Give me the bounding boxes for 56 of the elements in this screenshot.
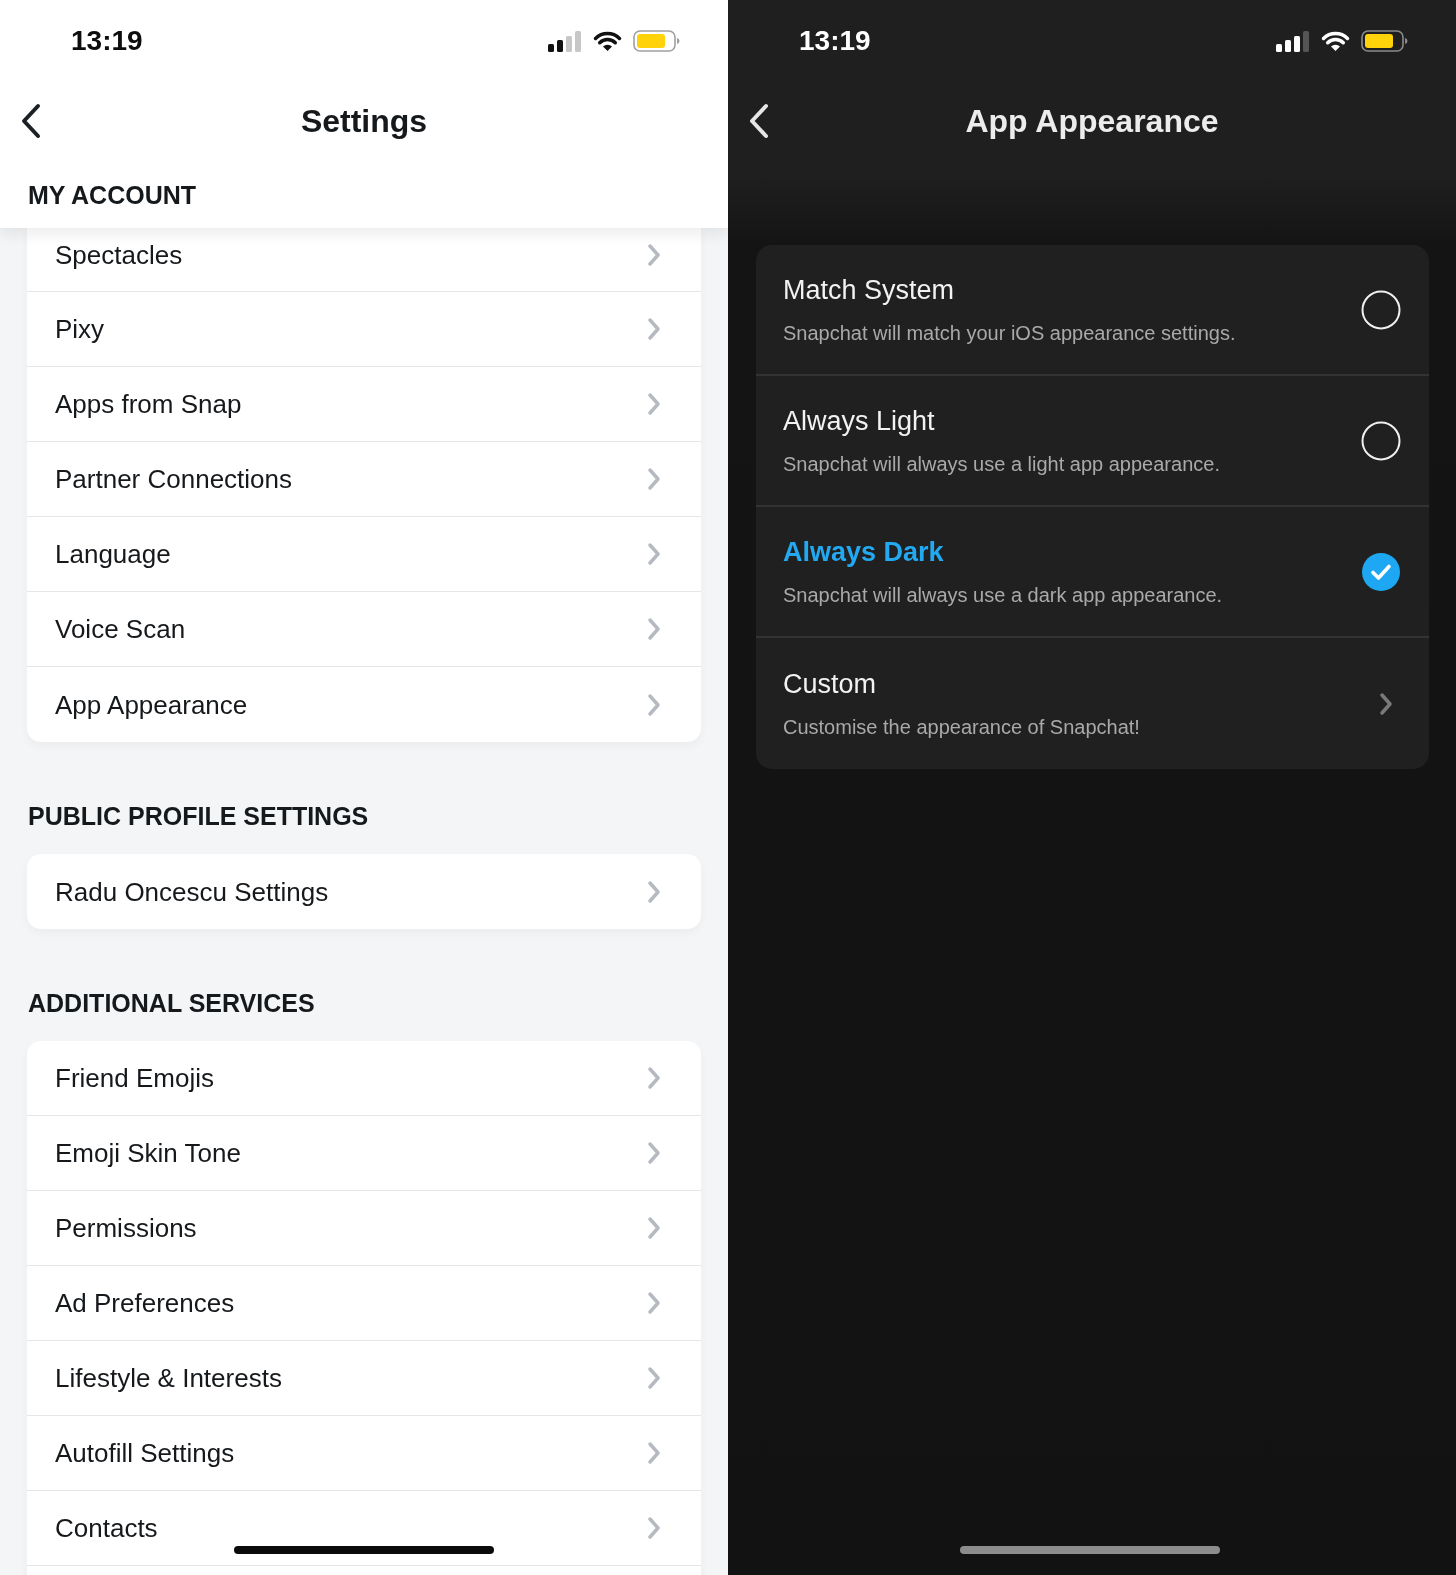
settings-row[interactable]: Emoji Skin Tone [27, 1116, 701, 1191]
settings-row[interactable]: Apps from Snap [27, 367, 701, 442]
settings-row[interactable]: Voice Scan [27, 592, 701, 667]
radio-checked-icon[interactable] [1361, 551, 1401, 592]
settings-row[interactable]: Spectacles [27, 228, 701, 292]
option-description: Customise the appearance of Snapchat! [783, 714, 1140, 740]
battery-icon [633, 30, 680, 52]
chevron-icon [1379, 691, 1393, 716]
option-title: Always Light [783, 404, 936, 437]
settings-row[interactable]: App Appearance [27, 667, 701, 742]
chevron-icon [647, 879, 661, 904]
chevron-icon [647, 1441, 661, 1465]
option-description: Snapchat will always use a light app appearance. [783, 451, 1220, 477]
signal-icon [548, 30, 582, 52]
chevron-icon [647, 1366, 661, 1390]
chevron-icon [647, 242, 661, 267]
chevron-icon [647, 1216, 661, 1240]
radio-icon[interactable] [1361, 289, 1401, 330]
wifi-icon [593, 30, 622, 52]
chevron-icon [647, 542, 661, 566]
option-title: Custom [783, 667, 878, 700]
option-title: Match System [783, 273, 956, 306]
settings-row[interactable]: Radu Oncescu Settings [27, 854, 701, 929]
chevron-icon [647, 1516, 661, 1540]
chevron-icon [647, 692, 661, 717]
wifi-icon [1321, 30, 1350, 52]
section-header: PUBLIC PROFILE SETTINGS [28, 801, 370, 831]
settings-row[interactable]: Friend Emojis [27, 1041, 701, 1116]
option-description: Snapchat will always use a dark app appearance. [783, 582, 1223, 608]
chevron-icon [647, 1066, 661, 1090]
settings-row[interactable]: Autofill Settings [27, 1416, 701, 1491]
settings-row[interactable]: Pixy [27, 292, 701, 367]
back-chevron-icon [748, 103, 770, 139]
section-header: MY ACCOUNT [28, 180, 198, 210]
signal-icon [1276, 30, 1310, 52]
settings-row[interactable]: Ad Preferences [27, 1266, 701, 1341]
option-description: Snapchat will match your iOS appearance settings. [783, 320, 1236, 346]
screen-title: Settings [300, 102, 428, 141]
option-title: Always Dark [783, 535, 945, 568]
chevron-icon [647, 1291, 661, 1315]
chevron-icon [647, 392, 661, 416]
status-time: 13:19 [799, 27, 871, 55]
settings-row[interactable]: Partner Connections [27, 442, 701, 517]
battery-icon [1361, 30, 1408, 52]
settings-row[interactable]: Language [27, 517, 701, 592]
screen-title: App Appearance [965, 102, 1219, 141]
radio-icon[interactable] [1361, 420, 1401, 461]
section-header: ADDITIONAL SERVICES [28, 988, 316, 1018]
settings-row[interactable]: Lifestyle & Interests [27, 1341, 701, 1416]
chevron-icon [647, 317, 661, 341]
back-chevron-icon [20, 103, 42, 139]
settings-row[interactable]: Permissions [27, 1191, 701, 1266]
chevron-icon [647, 467, 661, 491]
chevron-icon [647, 1141, 661, 1165]
status-time: 13:19 [71, 27, 143, 55]
chevron-icon [647, 617, 661, 641]
